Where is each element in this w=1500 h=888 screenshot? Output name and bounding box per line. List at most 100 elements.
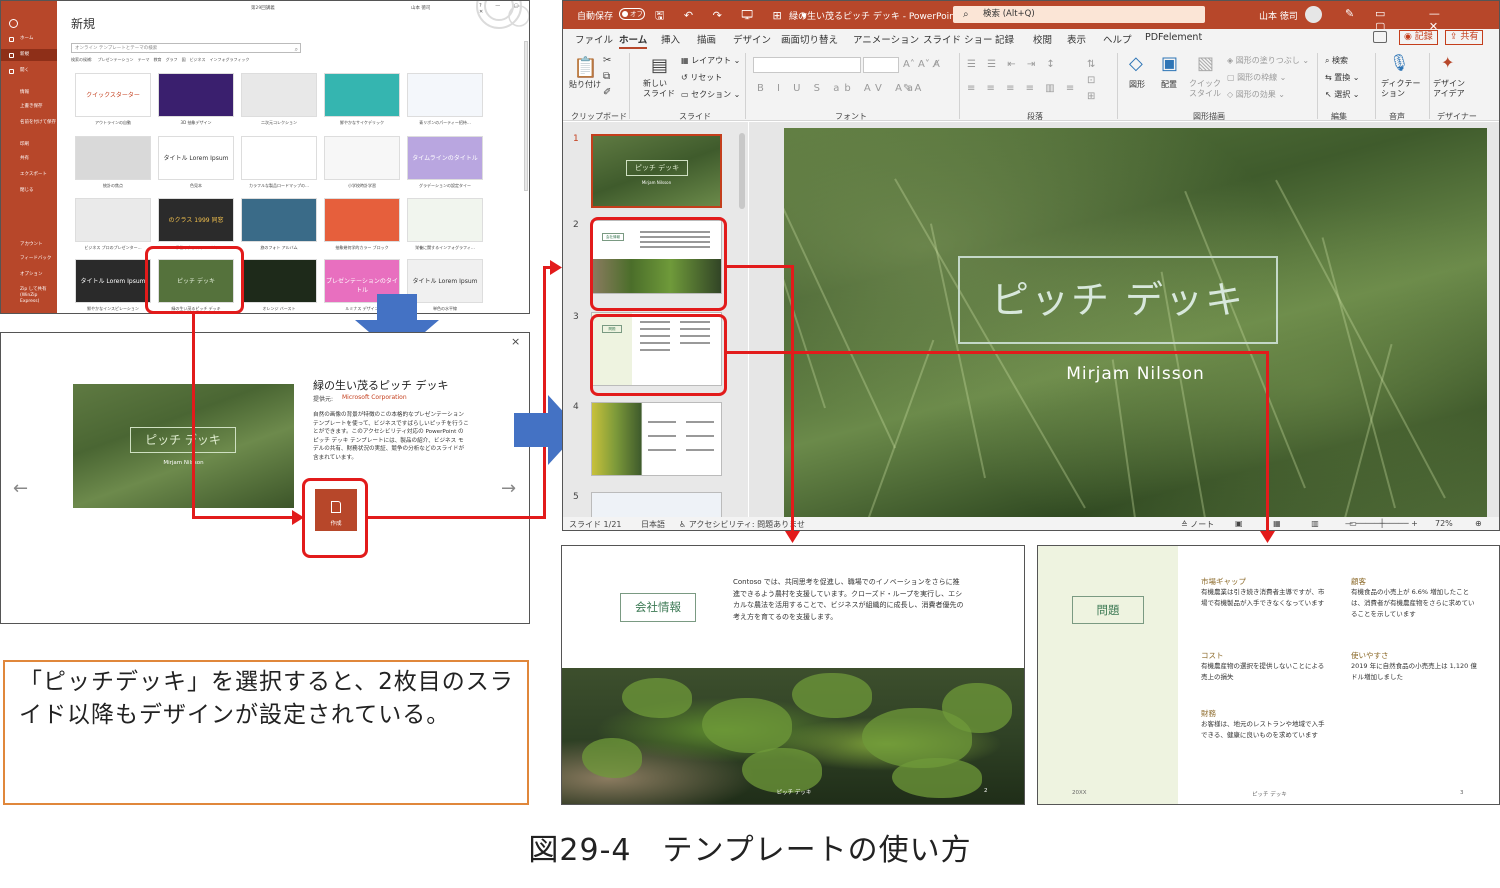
smartart-icon[interactable]: ⊞ [1087, 91, 1095, 102]
suggestion-link[interactable]: プレゼンテーション [98, 57, 134, 62]
shapes-button[interactable]: 図形 [1129, 79, 1145, 90]
sidebar-item[interactable]: Zip して共有 (WinZip Express) [1, 285, 57, 307]
text-direction-icon[interactable]: ⇅ [1087, 59, 1095, 70]
align-text-icon[interactable]: ⊡ [1087, 75, 1095, 86]
autosave-toggle[interactable]: オフ [619, 8, 645, 20]
accessibility-status[interactable]: ♿ アクセシビリティ: 問題ありませ [679, 519, 805, 530]
template-card[interactable] [75, 136, 151, 180]
template-card[interactable] [241, 198, 317, 242]
tab-5[interactable]: デザイン [733, 32, 771, 46]
slide-thumbnail[interactable] [591, 492, 722, 518]
back-arrow-icon[interactable] [9, 19, 18, 28]
suggestion-link[interactable]: グラフ [166, 57, 178, 62]
suggestion-link[interactable]: 図 [182, 57, 186, 62]
template-card[interactable]: タイトル Lorem Ipsum [158, 136, 234, 180]
template-card[interactable] [407, 198, 483, 242]
title-placeholder[interactable]: ピッチ デッキ [958, 256, 1278, 344]
quick-style-button[interactable]: クイック スタイル [1189, 79, 1221, 99]
font-name-select[interactable] [753, 57, 861, 73]
cut-icon[interactable]: ✂ [603, 55, 611, 66]
reset-button[interactable]: ↺ リセット [681, 72, 722, 83]
zoom-slider[interactable]: — ─────┼───── + [1345, 519, 1418, 528]
tab-13[interactable]: PDFelement [1145, 32, 1202, 43]
tab-2[interactable]: ホーム [619, 32, 648, 49]
format-painter-icon[interactable]: ✐ [603, 87, 611, 98]
tab-11[interactable]: 表示 [1067, 32, 1086, 46]
sidebar-item[interactable]: 開く [1, 65, 57, 77]
template-card[interactable] [241, 73, 317, 117]
shape-fill-button[interactable]: ◈ 図形の塗りつぶし ⌄ [1227, 55, 1309, 66]
new-slide-icon[interactable]: ▤ [651, 55, 668, 76]
template-card[interactable] [241, 259, 317, 303]
previous-arrow-icon[interactable]: ← [13, 478, 28, 499]
sidebar-item[interactable]: 共有 [1, 153, 57, 165]
sidebar-item[interactable]: ホーム [1, 33, 57, 45]
template-card[interactable] [324, 198, 400, 242]
next-arrow-icon[interactable]: → [501, 478, 516, 499]
copy-icon[interactable]: ⧉ [603, 71, 610, 82]
share-button[interactable]: ⇪ 共有 [1445, 30, 1484, 45]
font-size-buttons[interactable]: A˄ A˅ A̸ [903, 59, 940, 70]
search-box[interactable]: ⌕ 検索 (Alt+Q) [953, 6, 1205, 23]
tab-12[interactable]: ヘルプ [1103, 32, 1132, 46]
tab-6[interactable]: 画面切り替え [781, 32, 838, 46]
font-size-select[interactable] [863, 57, 899, 73]
paste-icon[interactable]: 📋 [573, 55, 598, 79]
sidebar-item[interactable]: エクスポート [1, 169, 57, 181]
section-button[interactable]: ▭ セクション ⌄ [681, 89, 740, 100]
slide-thumbnail[interactable]: ピッチ デッキ Mirjam Nilsson [591, 134, 722, 208]
sidebar-item[interactable]: オプション [1, 269, 57, 281]
template-card[interactable] [75, 198, 151, 242]
tab-10[interactable]: 校閲 [1033, 32, 1052, 46]
designer-icon[interactable]: ✦ [1441, 53, 1454, 72]
sidebar-item[interactable]: 上書き保存 [1, 101, 57, 113]
arrange-button[interactable]: 配置 [1161, 79, 1177, 90]
template-card[interactable]: クイックスターター [75, 73, 151, 117]
replace-button[interactable]: ⇆ 置換 ⌄ [1325, 72, 1360, 83]
tab-3[interactable]: 挿入 [661, 32, 680, 46]
tab-1[interactable]: ファイル [575, 32, 613, 46]
shape-outline-button[interactable]: ▢ 図形の枠線 ⌄ [1227, 72, 1286, 83]
new-slide-button[interactable]: 新しい スライド [643, 79, 677, 99]
template-card[interactable] [158, 73, 234, 117]
suggestion-link[interactable]: テーマ [138, 57, 150, 62]
paste-button[interactable]: 貼り付け [569, 79, 601, 90]
find-button[interactable]: ⌕ 検索 [1325, 55, 1348, 66]
user-name[interactable]: 山本 徳司 [1259, 9, 1298, 22]
tab-8[interactable]: スライド ショー [923, 32, 993, 46]
dictate-button[interactable]: ディクテー ション [1381, 79, 1420, 99]
layout-button[interactable]: ▦ レイアウト ⌄ [681, 55, 740, 66]
slide-subtitle[interactable]: Mirjam Nilsson [784, 364, 1487, 384]
sidebar-item[interactable]: 閉じる [1, 185, 57, 197]
tab-9[interactable]: 記録 [995, 32, 1014, 46]
sidebar-item[interactable]: 名前を付けて保存 [1, 117, 57, 129]
sidebar-item[interactable]: 印刷 [1, 139, 57, 151]
suggestion-link[interactable]: 教育 [154, 57, 162, 62]
template-card[interactable]: タイトル Lorem Ipsum [75, 259, 151, 303]
fit-slide-icon[interactable]: ⊕ [1475, 519, 1482, 528]
pen-icon[interactable]: ✎ [1345, 7, 1354, 20]
list-buttons[interactable]: ☰ ☰ ⇤ ⇥ ↕ [967, 59, 1059, 70]
font-style-buttons[interactable]: B I U S ab AV Aa [757, 83, 918, 94]
template-card[interactable]: のクラス 1999 同窓 [158, 198, 234, 242]
slide-thumbnail[interactable] [591, 402, 722, 476]
zoom-level[interactable]: 72% [1435, 519, 1453, 528]
arrange-icon[interactable]: ▣ [1161, 53, 1178, 74]
template-card[interactable] [407, 73, 483, 117]
search-icon[interactable]: ⌕ [295, 45, 298, 54]
avatar[interactable] [1305, 6, 1322, 23]
notes-button[interactable]: ≙ ノート [1181, 519, 1214, 530]
close-icon[interactable]: × [511, 335, 520, 348]
microphone-icon[interactable]: 🎙 [1389, 53, 1409, 72]
sidebar-item[interactable]: 情報 [1, 87, 57, 99]
suggestion-link[interactable]: インフォグラフィック [210, 57, 250, 62]
comment-icon[interactable] [1373, 31, 1387, 43]
shape-effect-button[interactable]: ◇ 図形の効果 ⌄ [1227, 89, 1285, 100]
sidebar-item[interactable]: 新規 [1, 49, 57, 61]
suggestion-link[interactable]: ビジネス [190, 57, 206, 62]
template-card[interactable] [324, 136, 400, 180]
language-status[interactable]: 日本語 [641, 519, 665, 530]
quick-style-icon[interactable]: ▧ [1197, 53, 1214, 74]
record-button[interactable]: ◉ 記録 [1399, 30, 1438, 45]
align-buttons[interactable]: ≡ ≡ ≡ ≡ ▥ ≡ [967, 83, 1078, 94]
